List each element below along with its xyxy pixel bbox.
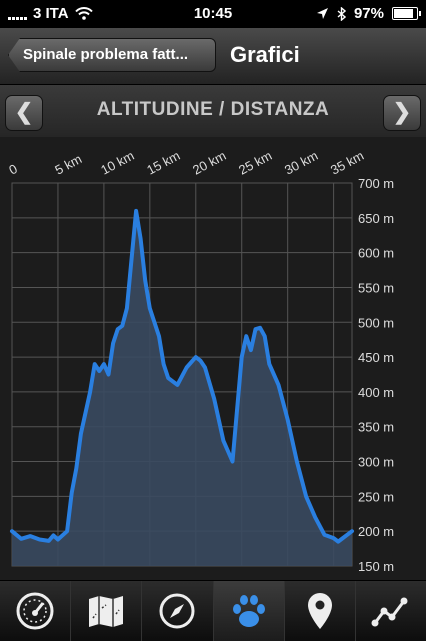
chevron-right-icon: ❯ <box>392 99 412 124</box>
battery-percent: 97% <box>353 5 384 22</box>
chart-header: ❮ ALTITUDINE / DISTANZA ❯ <box>0 85 426 138</box>
elevation-area <box>12 210 352 566</box>
next-chart-button[interactable]: ❯ <box>383 95 421 131</box>
tab-compass[interactable] <box>141 581 212 641</box>
x-tick-label: 0 <box>6 161 19 178</box>
location-pin-icon <box>307 593 332 629</box>
bluetooth-icon <box>337 6 346 21</box>
chart-title: ALTITUDINE / DISTANZA <box>96 99 330 120</box>
tab-graphs[interactable] <box>354 581 426 641</box>
back-button[interactable]: Spinale problema fatt... <box>8 38 216 72</box>
tab-map[interactable] <box>70 581 141 641</box>
tab-waypoints[interactable] <box>283 581 355 641</box>
y-tick-label: 500 m <box>358 315 394 330</box>
y-tick-label: 650 m <box>358 211 394 226</box>
x-tick-label: 35 km <box>328 148 366 178</box>
y-tick-label: 250 m <box>358 489 394 504</box>
tab-bar <box>0 580 426 641</box>
compass-icon <box>159 593 195 629</box>
x-tick-label: 10 km <box>98 148 136 178</box>
y-tick-label: 300 m <box>358 455 394 470</box>
tab-dashboard[interactable] <box>0 581 70 641</box>
y-tick-label: 450 m <box>358 350 394 365</box>
line-graph-icon <box>371 597 408 627</box>
y-tick-label: 550 m <box>358 280 394 295</box>
speedometer-icon <box>16 592 54 630</box>
battery-icon <box>392 7 421 20</box>
x-tick-label: 30 km <box>282 148 320 178</box>
paw-icon <box>232 595 265 627</box>
map-icon <box>89 596 124 627</box>
status-right: 97% <box>316 5 421 22</box>
location-arrow-icon <box>316 8 328 19</box>
y-tick-label: 200 m <box>358 524 394 539</box>
x-tick-label: 5 km <box>52 151 84 177</box>
y-tick-label: 700 m <box>358 176 394 191</box>
chart-svg: 0 5 km 10 km 15 km 20 km 25 km 30 km 35 km 700 … <box>6 148 394 574</box>
status-bar: 3 ITA 10:45 97% <box>0 0 426 28</box>
y-tick-label: 150 m <box>358 559 394 574</box>
x-tick-label: 20 km <box>190 148 228 178</box>
page-title: Grafici <box>230 42 300 67</box>
navigation-bar: Spinale problema fatt... Grafici <box>0 28 426 85</box>
y-tick-label: 600 m <box>358 246 394 261</box>
x-tick-label: 15 km <box>144 148 182 178</box>
y-tick-label: 350 m <box>358 420 394 435</box>
tab-stats[interactable] <box>212 581 284 641</box>
altitude-distance-chart: 0 5 km 10 km 15 km 20 km 25 km 30 km 35 km 700 … <box>0 137 426 580</box>
x-tick-label: 25 km <box>236 148 274 178</box>
battery-level <box>394 9 414 18</box>
y-tick-label: 400 m <box>358 385 394 400</box>
